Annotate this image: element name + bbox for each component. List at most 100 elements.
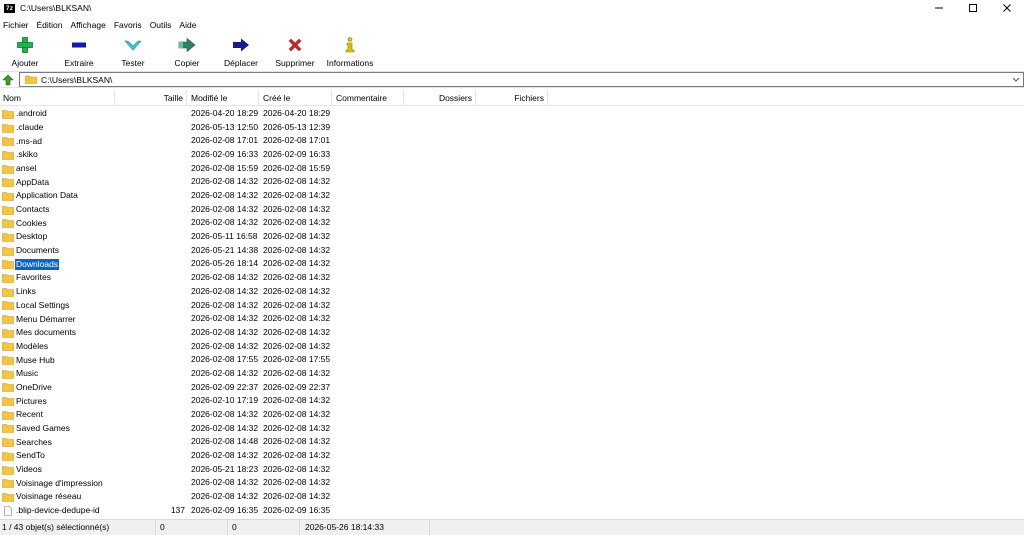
table-row[interactable]: .skiko 2026-02-09 16:33 2026-02-09 16:33 [0, 148, 1024, 162]
cell-modified: 2026-05-21 14:38 [191, 244, 259, 255]
cell-created: 2026-02-08 14:32 [263, 258, 331, 269]
column-header-files[interactable]: Fichiers [476, 90, 548, 106]
table-row[interactable]: Menu Démarrer 2026-02-08 14:32 2026-02-08 … [0, 312, 1024, 326]
file-name: Music [16, 368, 39, 379]
file-name: .ms-ad [16, 135, 42, 146]
cell-size [115, 148, 185, 162]
file-name: Searches [16, 436, 52, 447]
table-row[interactable]: Voisinage d'impression 2026-02-08 14:32 20… [0, 476, 1024, 490]
column-header-name[interactable]: Nom [0, 90, 115, 106]
column-header-created[interactable]: Créé le [259, 90, 332, 106]
cell-modified: 2026-02-09 22:37 [191, 381, 259, 392]
table-row[interactable]: Voisinage réseau 2026-02-08 14:32 2026-02-… [0, 490, 1024, 504]
file-name: Documents [16, 245, 59, 256]
table-row[interactable]: Searches 2026-02-08 14:48 2026-02-08 14:32 [0, 435, 1024, 449]
move-button[interactable]: Déplacer [222, 34, 260, 70]
cell-name: AppData [2, 175, 114, 189]
menu-affichage[interactable]: Affichage [67, 18, 110, 32]
address-input[interactable]: C:\Users\BLKSAN\ [19, 72, 1024, 87]
menu-aide[interactable]: Aide [175, 18, 200, 32]
column-header-size[interactable]: Taille [115, 90, 187, 106]
table-row[interactable]: Documents 2026-05-21 14:38 2026-02-08 14:3… [0, 244, 1024, 258]
table-row[interactable]: .android 2026-04-20 18:29 2026-04-20 18:29 [0, 107, 1024, 121]
column-header-row: Nom Taille Modifié le Créé le Commentair… [0, 90, 1024, 106]
menu-favoris[interactable]: Favoris [110, 18, 146, 32]
maximize-button[interactable] [956, 0, 990, 16]
file-name: Application Data [16, 190, 78, 201]
up-arrow-icon [2, 74, 14, 86]
table-row[interactable]: Music 2026-02-08 14:32 2026-02-08 14:32 [0, 367, 1024, 381]
folder-icon [2, 219, 14, 229]
table-row[interactable]: Application Data 2026-02-08 14:32 2026-02-… [0, 189, 1024, 203]
table-row[interactable]: Pictures 2026-02-10 17:19 2026-02-08 14:32 [0, 394, 1024, 408]
table-row[interactable]: Muse Hub 2026-02-08 17:55 2026-02-08 17:55 [0, 353, 1024, 367]
file-name: Links [16, 286, 36, 297]
cell-modified: 2026-05-26 18:14 [191, 258, 259, 269]
cell-created: 2026-02-08 14:32 [263, 422, 331, 433]
table-row[interactable]: Cookies 2026-02-08 14:32 2026-02-08 14:32 [0, 216, 1024, 230]
table-row[interactable]: Desktop 2026-05-11 16:58 2026-02-08 14:32 [0, 230, 1024, 244]
menu-fichier[interactable]: Fichier [0, 18, 33, 32]
table-row[interactable]: Mes documents 2026-02-08 14:32 2026-02-08 … [0, 326, 1024, 340]
table-row[interactable]: Favorites 2026-02-08 14:32 2026-02-08 14:3… [0, 271, 1024, 285]
menu-outils[interactable]: Outils [146, 18, 176, 32]
cell-modified: 2026-02-09 16:35 [191, 504, 259, 515]
cell-size [115, 463, 185, 477]
cell-modified: 2026-02-08 17:01 [191, 135, 259, 146]
up-folder-button[interactable] [1, 73, 15, 87]
menu-edition[interactable]: Édition [33, 18, 67, 32]
table-row[interactable]: Links 2026-02-08 14:32 2026-02-08 14:32 [0, 285, 1024, 299]
folder-icon [2, 493, 14, 502]
file-name: Voisinage réseau [16, 491, 82, 502]
delete-button[interactable]: Supprimer [274, 34, 316, 70]
table-row[interactable]: .blip-device-dedupe-id 137 2026-02-09 16:3… [0, 504, 1024, 518]
table-row[interactable]: ansel 2026-02-08 15:59 2026-02-08 15:59 [0, 162, 1024, 176]
table-row[interactable]: .ms-ad 2026-02-08 17:01 2026-02-08 17:01 [0, 134, 1024, 148]
close-button[interactable] [990, 0, 1024, 16]
extract-button[interactable]: Extraire [62, 34, 96, 70]
cell-created: 2026-02-08 14:32 [263, 491, 331, 502]
column-header-modified[interactable]: Modifié le [187, 90, 259, 106]
file-name: SendTo [16, 450, 45, 461]
column-header-comment[interactable]: Commentaire [332, 90, 404, 106]
test-button[interactable]: Tester [116, 34, 150, 70]
table-row[interactable]: Recent 2026-02-08 14:32 2026-02-08 14:32 [0, 408, 1024, 422]
cell-modified: 2026-02-08 14:32 [191, 408, 259, 419]
folder-icon [2, 424, 14, 434]
table-row[interactable]: Modèles 2026-02-08 14:32 2026-02-08 14:32 [0, 340, 1024, 354]
cell-size [115, 257, 185, 271]
column-header-folders[interactable]: Dossiers [404, 90, 476, 106]
copy-button[interactable]: Copier [170, 34, 204, 70]
table-row[interactable]: Contacts 2026-02-08 14:32 2026-02-08 14:32 [0, 203, 1024, 217]
cell-name: Downloads [2, 257, 114, 271]
table-row[interactable]: SendTo 2026-02-08 14:32 2026-02-08 14:32 [0, 449, 1024, 463]
folder-icon [2, 151, 14, 160]
cell-size: 137 [170, 504, 185, 515]
status-size-selected: 0 [156, 520, 228, 535]
info-button[interactable]: Informations [324, 34, 376, 70]
table-row[interactable]: Videos 2026-05-21 18:23 2026-02-08 14:32 [0, 463, 1024, 477]
table-row[interactable]: OneDrive 2026-02-09 22:37 2026-02-09 22:37 [0, 381, 1024, 395]
folder-icon [2, 287, 14, 297]
cell-size [115, 107, 185, 121]
table-row[interactable]: Downloads 2026-05-26 18:14 2026-02-08 14:3… [0, 257, 1024, 271]
minimize-button[interactable] [922, 0, 956, 16]
move-label: Déplacer [223, 58, 259, 68]
status-selection: 1 / 43 objet(s) sélectionné(s) [0, 520, 156, 535]
table-row[interactable]: AppData 2026-02-08 14:32 2026-02-08 14:32 [0, 175, 1024, 189]
file-name: Desktop [16, 231, 48, 242]
cell-size [115, 449, 185, 463]
table-row[interactable]: .claude 2026-05-13 12:50 2026-05-13 12:39 [0, 121, 1024, 135]
table-row[interactable]: Saved Games 2026-02-08 14:32 2026-02-08 14… [0, 422, 1024, 436]
add-button[interactable]: Ajouter [8, 34, 42, 70]
address-bar: C:\Users\BLKSAN\ [0, 71, 1024, 88]
address-dropdown-button[interactable] [1012, 75, 1020, 85]
cell-name: Music [2, 367, 114, 381]
cell-modified: 2026-04-20 18:29 [191, 108, 259, 118]
folder-icon [2, 438, 14, 447]
cell-size [115, 490, 185, 504]
delete-x-icon [286, 36, 304, 54]
cell-name: Modèles [2, 340, 114, 354]
cell-size [115, 189, 185, 203]
table-row[interactable]: Local Settings 2026-02-08 14:32 2026-02-08… [0, 299, 1024, 313]
